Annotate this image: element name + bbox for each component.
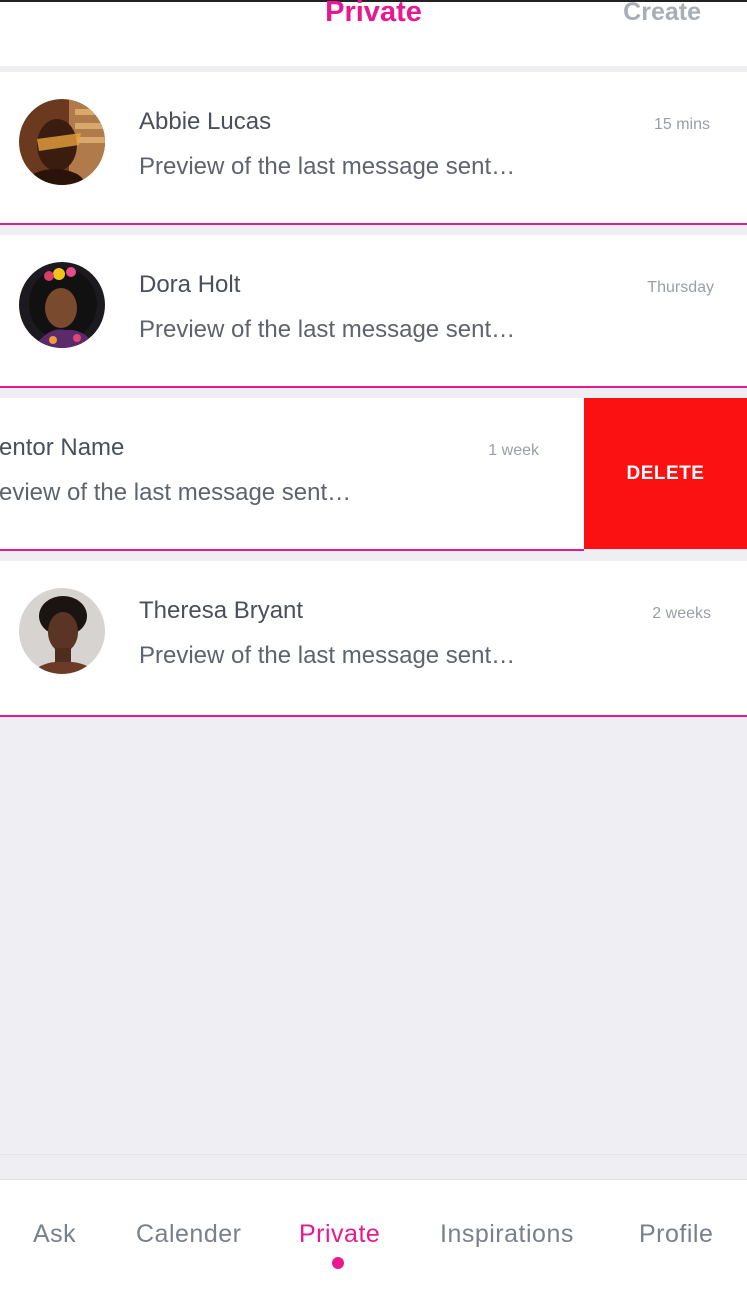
tab-profile[interactable]: Profile — [639, 1220, 713, 1249]
bottom-tab-bar: Ask Calender Private Inspirations Profil… — [0, 1179, 747, 1290]
message-preview: eview of the last message sent… — [0, 479, 352, 506]
tab-private[interactable]: Private — [299, 1220, 380, 1249]
tab-ask[interactable]: Ask — [33, 1220, 76, 1249]
timestamp: 2 weeks — [652, 605, 711, 622]
conversation-row[interactable]: Abbie Lucas 15 mins Preview of the last … — [0, 72, 747, 225]
timestamp: 15 mins — [653, 116, 710, 133]
message-preview: Preview of the last message sent… — [139, 642, 516, 669]
message-preview: Preview of the last message sent… — [139, 153, 516, 180]
avatar — [19, 262, 105, 348]
message-preview: Preview of the last message sent… — [139, 316, 516, 343]
delete-button[interactable]: DELETE — [584, 398, 747, 549]
avatar — [19, 99, 105, 185]
tab-inspirations[interactable]: Inspirations — [440, 1220, 574, 1249]
contact-name: Dora Holt — [139, 271, 241, 298]
timestamp: 1 week — [488, 442, 539, 459]
contact-name: Abbie Lucas — [139, 108, 272, 135]
divider — [0, 1154, 747, 1155]
conversation-row-swiped[interactable]: entor Name 1 week eview of the last mess… — [0, 398, 747, 551]
contact-name: entor Name — [0, 434, 125, 461]
contact-name: Theresa Bryant — [139, 597, 304, 624]
avatar — [19, 588, 105, 674]
conversation-row[interactable]: Dora Holt Thursday Preview of the last m… — [0, 235, 747, 388]
header-bar: Private Create — [0, 0, 747, 66]
active-tab-indicator — [332, 1257, 344, 1269]
conversation-row[interactable]: Theresa Bryant 2 weeks Preview of the la… — [0, 561, 747, 717]
swiped-row-content[interactable]: entor Name 1 week eview of the last mess… — [0, 398, 584, 551]
timestamp: Thursday — [647, 279, 714, 296]
tab-calender[interactable]: Calender — [136, 1220, 241, 1249]
create-button[interactable]: Create — [623, 0, 701, 27]
